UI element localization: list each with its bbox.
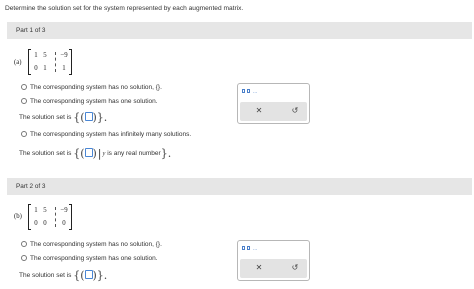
- answer-input[interactable]: [84, 148, 93, 157]
- part-1-header: Part 1 of 3: [7, 22, 472, 39]
- ordered-pair-template-icon[interactable]: ...: [242, 246, 257, 252]
- augmented-matrix-a: 1 5 −9 0 1 1: [28, 49, 72, 75]
- problem-b-label: (b): [14, 213, 22, 220]
- tool-palette: ...: [238, 241, 309, 258]
- solution-set-b-one: The solution set is {()}.: [19, 269, 107, 282]
- solution-set-prefix: The solution set is: [19, 272, 72, 279]
- radio-no-solution[interactable]: [21, 84, 27, 90]
- augment-divider: [55, 52, 56, 72]
- right-brace: }.: [160, 147, 172, 160]
- matrix-cell: 0: [62, 220, 66, 227]
- clear-button[interactable]: ✕: [252, 105, 266, 117]
- radio-infinite-solutions[interactable]: [21, 131, 27, 137]
- matrix-cell: −9: [60, 207, 68, 214]
- augmented-matrix-b: 1 5 −9 0 0 0: [28, 204, 72, 230]
- answer-input[interactable]: [84, 270, 93, 279]
- answer-input[interactable]: [84, 112, 93, 121]
- matrix-cell: 0: [43, 220, 47, 227]
- instructions-text: Determine the solution set for the syste…: [5, 5, 244, 12]
- left-brace: {(: [73, 111, 85, 124]
- undo-button[interactable]: ↺: [288, 105, 302, 117]
- option-a-one-solution[interactable]: The corresponding system has one solutio…: [21, 98, 158, 105]
- radio-one-solution[interactable]: [21, 98, 27, 104]
- option-b-one-solution[interactable]: The corresponding system has one solutio…: [21, 255, 158, 262]
- option-label: The corresponding system has no solution…: [30, 84, 162, 91]
- clear-button[interactable]: ✕: [252, 262, 266, 274]
- answer-tools-panel-b: ... ✕ ↺: [237, 240, 310, 281]
- radio-no-solution[interactable]: [21, 241, 27, 247]
- right-brace: )}.: [92, 111, 108, 124]
- right-paren: ): [92, 147, 97, 160]
- augment-divider: [55, 207, 56, 227]
- solution-set-a-infinite: The solution set is {()|y is any real nu…: [19, 147, 171, 160]
- tool-actions: ✕ ↺: [240, 102, 307, 121]
- undo-button[interactable]: ↺: [288, 262, 302, 274]
- solution-set-prefix: The solution set is: [19, 114, 72, 121]
- part-2-title: Part 2 of 3: [16, 183, 46, 190]
- any-real-text: is any real number: [107, 150, 161, 157]
- such-that-bar: |: [97, 147, 102, 160]
- matrix-cell: 5: [43, 52, 47, 59]
- right-bracket: [69, 204, 72, 230]
- part-2-header: Part 2 of 3: [7, 178, 472, 195]
- option-a-infinite[interactable]: The corresponding system has infinitely …: [21, 131, 191, 138]
- matrix-cell: −9: [60, 52, 68, 59]
- option-label: The corresponding system has one solutio…: [30, 255, 158, 262]
- tool-actions: ✕ ↺: [240, 259, 307, 278]
- option-label: The corresponding system has infinitely …: [30, 131, 192, 138]
- option-a-no-solution[interactable]: The corresponding system has no solution…: [21, 84, 162, 91]
- ordered-pair-template-icon[interactable]: ...: [242, 89, 257, 95]
- problem-a-label: (a): [14, 59, 22, 66]
- variable-y: y: [102, 150, 106, 157]
- radio-one-solution[interactable]: [21, 255, 27, 261]
- option-b-no-solution[interactable]: The corresponding system has no solution…: [21, 241, 162, 248]
- solution-set-a-one: The solution set is {()}.: [19, 111, 107, 124]
- tool-palette: ...: [238, 84, 309, 101]
- option-label: The corresponding system has one solutio…: [30, 98, 158, 105]
- left-brace: {(: [73, 269, 85, 282]
- solution-set-prefix: The solution set is: [19, 150, 72, 157]
- left-brace: {(: [73, 147, 85, 160]
- matrix-cell: 1: [62, 65, 66, 72]
- answer-tools-panel-a: ... ✕ ↺: [237, 83, 310, 124]
- option-label: The corresponding system has no solution…: [30, 241, 162, 248]
- right-brace: )}.: [92, 269, 108, 282]
- matrix-cell: 1: [43, 65, 47, 72]
- part-1-title: Part 1 of 3: [16, 27, 46, 34]
- matrix-cell: 5: [43, 207, 47, 214]
- right-bracket: [69, 49, 72, 75]
